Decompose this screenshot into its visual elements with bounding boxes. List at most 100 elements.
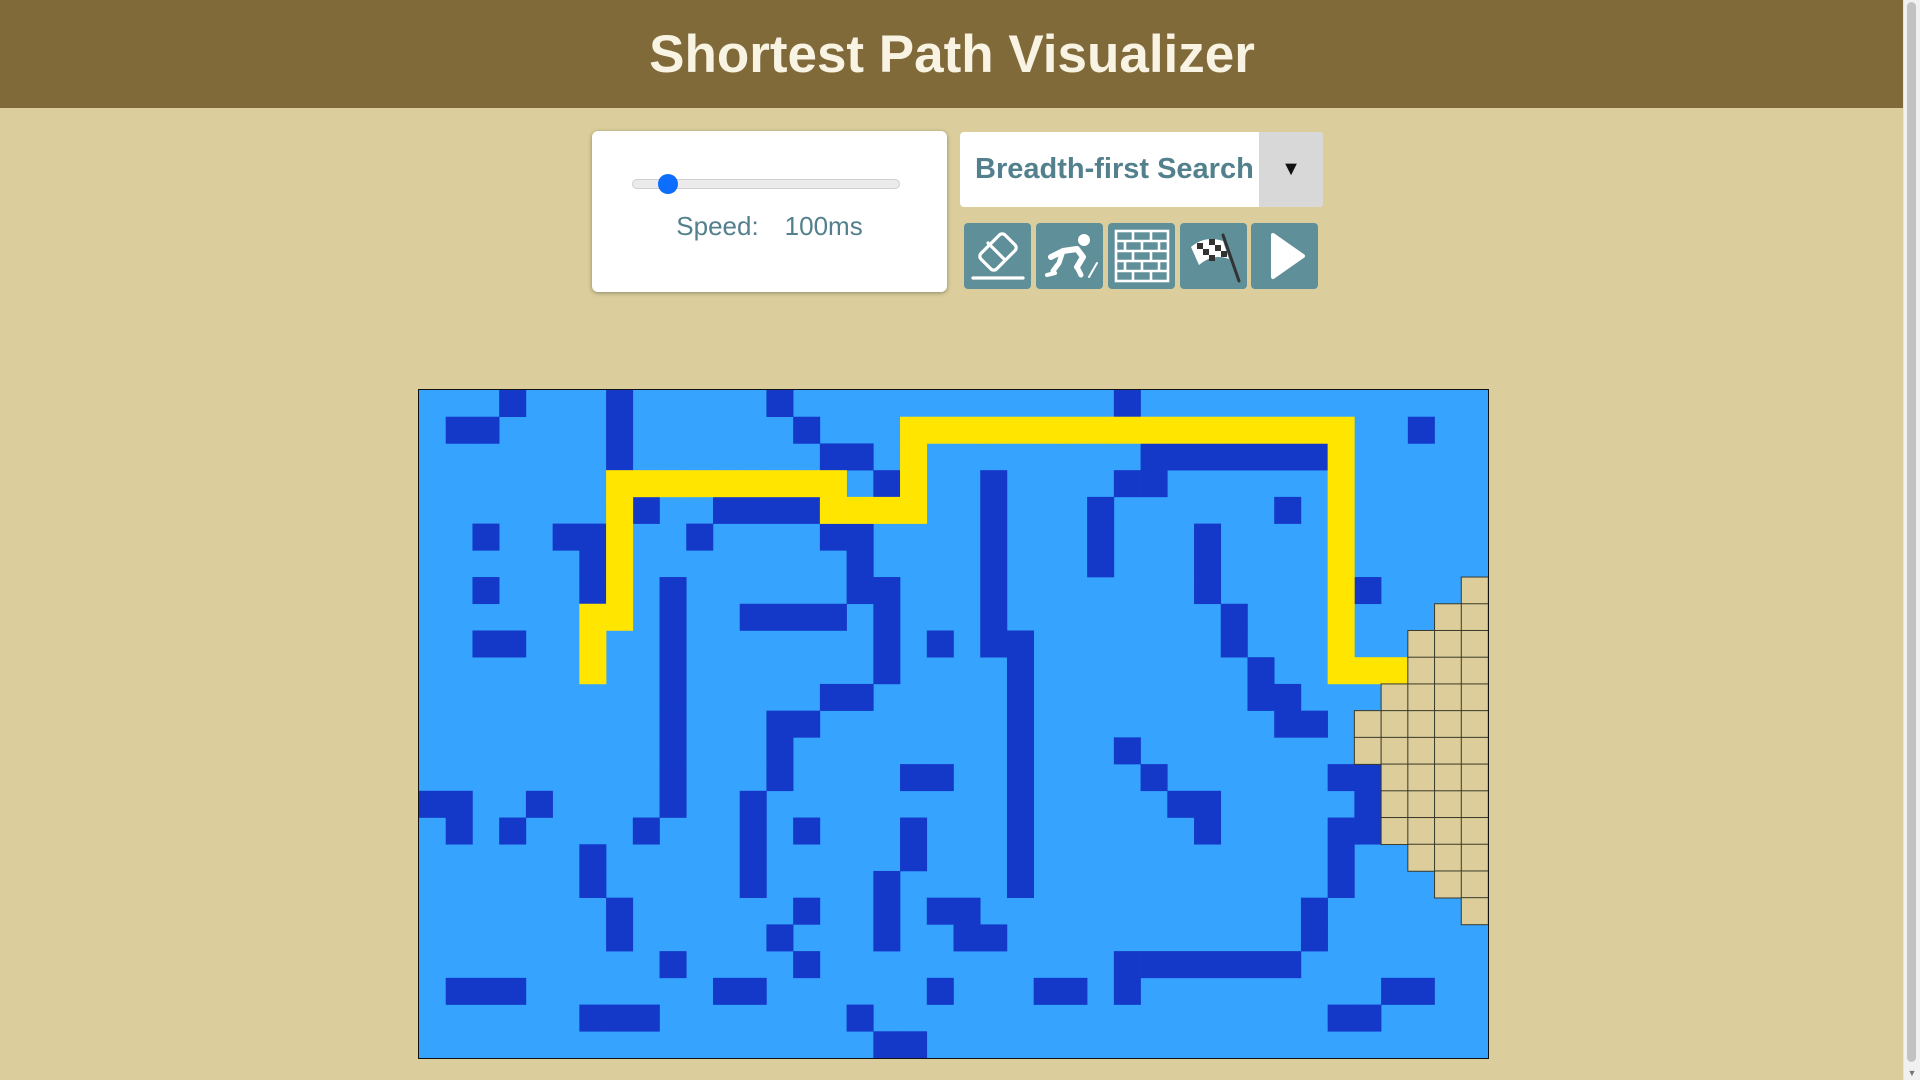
wall-cell[interactable] [819, 523, 847, 551]
wall-cell[interactable] [766, 764, 794, 792]
wall-cell[interactable] [900, 1031, 928, 1058]
wall-cell[interactable] [1327, 1004, 1355, 1032]
wall-cell[interactable] [1140, 470, 1168, 498]
wall-cell[interactable] [1274, 496, 1302, 524]
path-cell[interactable] [1220, 416, 1248, 444]
wall-cell[interactable] [1247, 657, 1275, 685]
run-button[interactable] [1251, 223, 1318, 289]
wall-cell[interactable] [1194, 550, 1222, 578]
path-cell[interactable] [632, 470, 660, 498]
wall-cell[interactable] [1354, 817, 1382, 845]
wall-cell[interactable] [1327, 764, 1355, 792]
path-cell[interactable] [1327, 470, 1355, 498]
wall-cell[interactable] [873, 630, 901, 658]
wall-cell[interactable] [766, 496, 794, 524]
vertical-scrollbar[interactable]: ▲ ▼ [1903, 0, 1920, 1080]
wall-cell[interactable] [980, 603, 1008, 631]
path-cell[interactable] [1327, 577, 1355, 605]
wall-cell[interactable] [1220, 443, 1248, 471]
wall-cell[interactable] [1274, 951, 1302, 979]
visited-cell[interactable] [1380, 763, 1409, 792]
wall-cell[interactable] [1194, 790, 1222, 818]
path-cell[interactable] [873, 496, 901, 524]
path-cell[interactable] [1327, 416, 1355, 444]
path-cell[interactable] [659, 470, 687, 498]
scroll-down-arrow-icon[interactable]: ▼ [1904, 1066, 1920, 1080]
visited-cell[interactable] [1434, 763, 1463, 792]
wall-cell[interactable] [1006, 737, 1034, 765]
wall-cell[interactable] [499, 630, 527, 658]
algorithm-select[interactable]: Breadth-first Search ▼ [960, 132, 1323, 207]
visited-cell[interactable] [1353, 736, 1382, 765]
visited-cell[interactable] [1434, 870, 1463, 899]
wall-cell[interactable] [1006, 790, 1034, 818]
wall-cell[interactable] [686, 523, 714, 551]
wall-cell[interactable] [445, 977, 473, 1005]
visited-cell[interactable] [1407, 683, 1436, 712]
wall-cell[interactable] [579, 550, 607, 578]
wall-cell[interactable] [472, 977, 500, 1005]
wall-cell[interactable] [873, 470, 901, 498]
visited-cell[interactable] [1380, 736, 1409, 765]
wall-cell[interactable] [873, 897, 901, 925]
wall-cell[interactable] [793, 951, 821, 979]
path-cell[interactable] [712, 470, 741, 498]
wall-cell[interactable] [1167, 790, 1195, 818]
wall-cell[interactable] [1033, 977, 1061, 1005]
wall-cell[interactable] [1194, 523, 1222, 551]
wall-cell[interactable] [980, 550, 1008, 578]
wall-cell[interactable] [953, 897, 981, 925]
wall-cell[interactable] [712, 496, 741, 524]
visited-cell[interactable] [1460, 870, 1488, 899]
wall-cell[interactable] [1060, 977, 1088, 1005]
wall-cell[interactable] [873, 603, 901, 631]
wall-cell[interactable] [579, 870, 607, 898]
wall-cell[interactable] [766, 924, 794, 952]
visited-cell[interactable] [1460, 603, 1488, 632]
visited-cell[interactable] [1407, 736, 1436, 765]
visited-cell[interactable] [1407, 629, 1436, 658]
wall-cell[interactable] [926, 630, 954, 658]
visited-cell[interactable] [1460, 629, 1488, 658]
wall-cell[interactable] [1140, 443, 1168, 471]
wall-cell[interactable] [1407, 977, 1435, 1005]
wall-cell[interactable] [873, 577, 901, 605]
visited-cell[interactable] [1434, 843, 1463, 872]
path-cell[interactable] [1087, 416, 1115, 444]
wall-cell[interactable] [980, 496, 1008, 524]
path-cell[interactable] [606, 523, 634, 551]
path-cell[interactable] [1327, 523, 1355, 551]
visited-cell[interactable] [1434, 790, 1463, 819]
wall-cell[interactable] [1006, 817, 1034, 845]
wall-cell[interactable] [1113, 737, 1141, 765]
wall-cell[interactable] [926, 977, 954, 1005]
visited-cell[interactable] [1434, 683, 1463, 712]
wall-cell[interactable] [419, 790, 447, 818]
wall-cell[interactable] [1354, 764, 1382, 792]
wall-cell[interactable] [819, 443, 847, 471]
wall-cell[interactable] [846, 577, 874, 605]
wall-cell[interactable] [1113, 977, 1141, 1005]
visited-cell[interactable] [1460, 683, 1488, 712]
path-cell[interactable] [606, 577, 634, 605]
visited-cell[interactable] [1460, 576, 1488, 605]
wall-cell[interactable] [1327, 870, 1355, 898]
wall-cell[interactable] [1006, 764, 1034, 792]
wall-cell[interactable] [819, 603, 847, 631]
wall-cell[interactable] [712, 977, 741, 1005]
path-cell[interactable] [579, 603, 607, 631]
path-cell[interactable] [846, 496, 874, 524]
wall-cell[interactable] [659, 683, 687, 711]
visited-cell[interactable] [1407, 710, 1436, 739]
path-cell[interactable] [1167, 416, 1195, 444]
visited-cell[interactable] [1434, 656, 1463, 685]
wall-cell[interactable] [739, 496, 767, 524]
path-cell[interactable] [1327, 550, 1355, 578]
wall-cell[interactable] [980, 577, 1008, 605]
path-cell[interactable] [1327, 657, 1355, 685]
path-cell[interactable] [686, 470, 714, 498]
wall-cell[interactable] [659, 790, 687, 818]
wall-cell[interactable] [1300, 443, 1328, 471]
path-cell[interactable] [1327, 603, 1355, 631]
path-cell[interactable] [953, 416, 981, 444]
